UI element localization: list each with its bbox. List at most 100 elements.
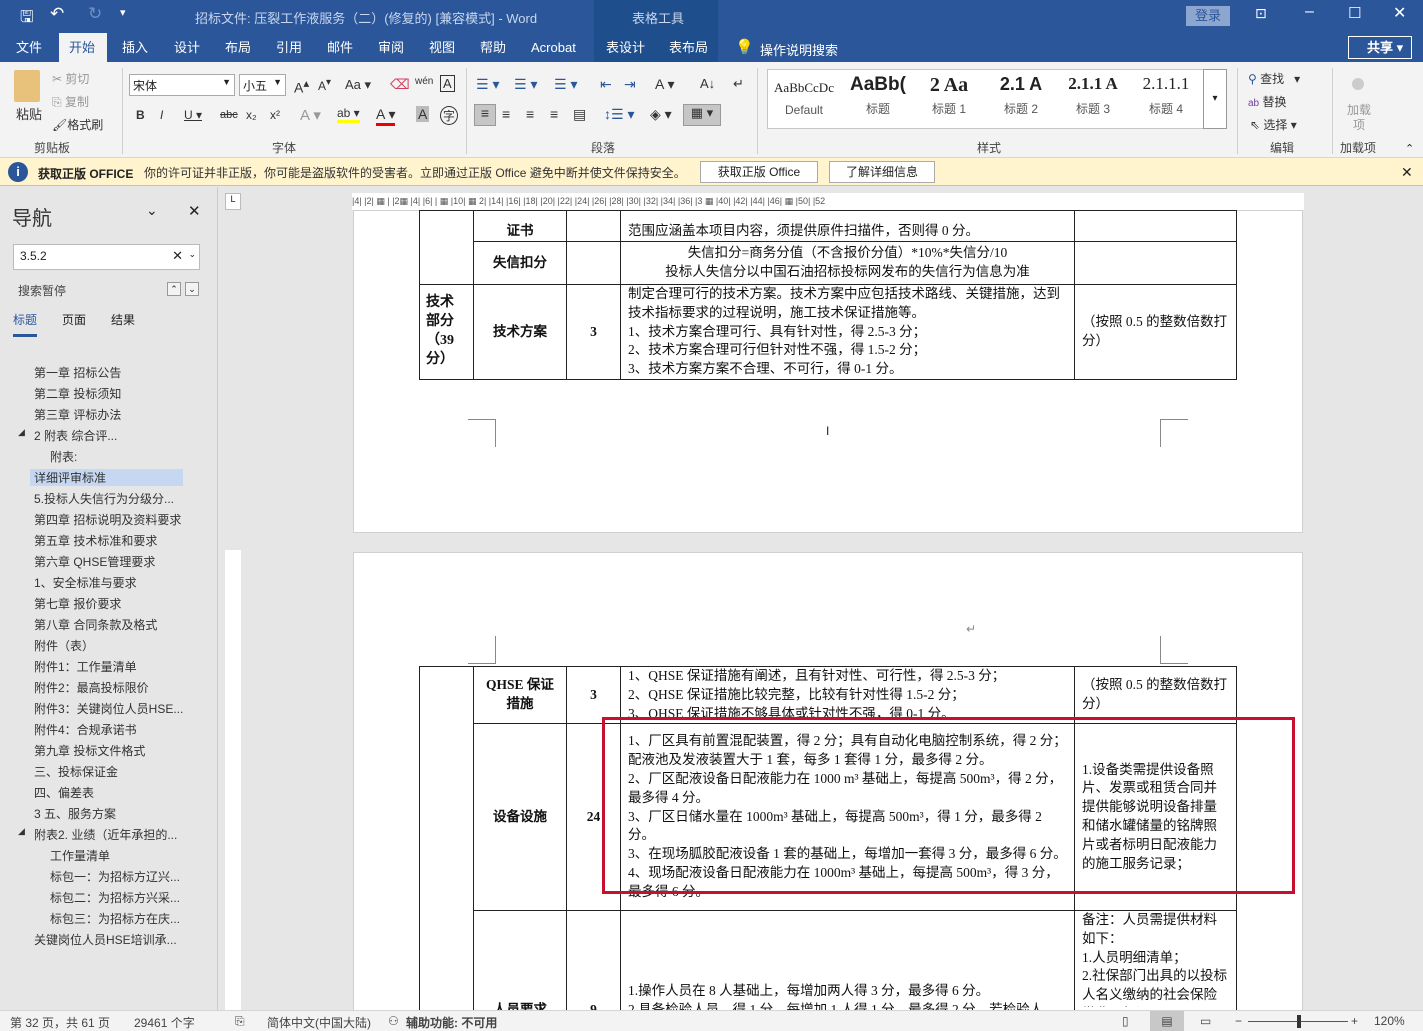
styles-more-icon[interactable]: ▾: [1203, 69, 1227, 129]
nav-tab-pages[interactable]: 页面: [62, 311, 86, 328]
nav-heading-item[interactable]: 第一章 招标公告: [34, 364, 121, 381]
style-heading-1[interactable]: 2 Aa 标题 1: [914, 74, 984, 117]
nav-options-icon[interactable]: ⌄: [146, 202, 158, 219]
minimize-icon[interactable]: –: [1305, 3, 1314, 21]
nav-heading-item[interactable]: 2 附表 综合评...: [34, 427, 117, 444]
print-layout-icon[interactable]: ▤: [1150, 1011, 1184, 1031]
vertical-ruler[interactable]: [225, 550, 241, 1010]
format-painter-button[interactable]: 🖌格式刷: [52, 116, 103, 133]
style-heading-2[interactable]: 2.1 A 标题 2: [986, 74, 1056, 117]
zoom-slider-thumb[interactable]: [1297, 1015, 1301, 1028]
font-color-icon[interactable]: A ▾: [376, 106, 396, 126]
zoom-in-icon[interactable]: +: [1351, 1014, 1358, 1028]
nav-heading-item[interactable]: 工作量清单: [50, 847, 110, 864]
style-default[interactable]: AaBbCcDc Default: [768, 74, 840, 117]
select-button[interactable]: ⇖ 选择 ▾: [1250, 116, 1297, 133]
clear-formatting-icon[interactable]: ⌫: [390, 76, 410, 93]
nav-heading-item[interactable]: 四、偏差表: [34, 784, 94, 801]
page-count[interactable]: 第 32 页，共 61 页: [10, 1014, 110, 1031]
nav-heading-item[interactable]: 第九章 投标文件格式: [34, 742, 145, 759]
strikethrough-icon[interactable]: abc: [220, 109, 238, 121]
font-size-select[interactable]: 小五 ▼: [239, 74, 286, 96]
share-button[interactable]: 共享 ▾: [1348, 36, 1412, 59]
nav-heading-item[interactable]: 第三章 评标办法: [34, 406, 121, 423]
nav-heading-item[interactable]: 附表2. 业绩（近年承担的...: [34, 826, 177, 843]
borders-icon[interactable]: ▦ ▾: [683, 104, 721, 126]
collapse-ribbon-icon[interactable]: ⌃: [1405, 142, 1414, 155]
superscript-icon[interactable]: x²: [270, 108, 280, 122]
replace-button[interactable]: ab 替换: [1248, 93, 1286, 110]
tab-help[interactable]: 帮助: [470, 33, 516, 62]
nav-heading-item[interactable]: 附件1：工作量清单: [34, 658, 137, 675]
nav-heading-item[interactable]: 标包一：为招标方辽兴...: [50, 868, 180, 885]
language-status[interactable]: 简体中文(中国大陆): [267, 1014, 371, 1031]
redo-icon[interactable]: ↻: [88, 4, 102, 24]
tab-selector[interactable]: L: [225, 193, 241, 210]
next-result-icon[interactable]: ⌄: [185, 282, 199, 296]
read-mode-icon[interactable]: ▯: [1122, 1014, 1129, 1028]
phonetic-guide-icon[interactable]: wén: [415, 76, 433, 87]
subscript-icon[interactable]: x₂: [246, 108, 257, 122]
nav-heading-item[interactable]: 1、安全标准与要求: [34, 574, 137, 591]
style-heading-4[interactable]: 2.1.1.1 标题 4: [1130, 74, 1202, 117]
paste-button[interactable]: 粘贴: [16, 104, 42, 123]
nav-heading-item[interactable]: 附件3：关键岗位人员HSE...: [34, 700, 183, 717]
nav-heading-item[interactable]: 第八章 合同条款及格式: [34, 616, 157, 633]
web-layout-icon[interactable]: ▭: [1200, 1014, 1211, 1028]
nav-close-icon[interactable]: ✕: [188, 202, 201, 220]
style-heading-3[interactable]: 2.1.1 A 标题 3: [1058, 74, 1128, 117]
word-count[interactable]: 29461 个字: [134, 1014, 195, 1031]
nav-heading-item[interactable]: 第二章 投标须知: [34, 385, 121, 402]
nav-heading-item[interactable]: 附表:: [50, 448, 77, 465]
accessibility-status[interactable]: 辅助功能: 不可用: [406, 1014, 497, 1031]
nav-heading-item[interactable]: 关键岗位人员HSE培训承...: [34, 931, 177, 948]
tell-me-search[interactable]: 操作说明搜索: [760, 40, 838, 59]
cut-button[interactable]: ✂ 剪切: [52, 70, 89, 87]
nav-heading-item[interactable]: 第七章 报价要求: [34, 595, 121, 612]
sort-icon[interactable]: A↓: [700, 76, 715, 91]
decrease-indent-icon[interactable]: ⇤: [600, 76, 612, 93]
italic-icon[interactable]: I: [160, 108, 163, 122]
nav-heading-item[interactable]: 5.投标人失信行为分级分...: [34, 490, 174, 507]
character-border-icon[interactable]: A: [440, 75, 455, 92]
expand-triangle-icon[interactable]: ◢: [18, 826, 25, 837]
horizontal-ruler[interactable]: |4| |2| ▦ | |2▦ |4| |6| | ▦ |10| ▦ 2| |1…: [352, 193, 1304, 210]
center-icon[interactable]: ≡: [502, 106, 510, 122]
addins-button[interactable]: 加载项: [1346, 103, 1372, 133]
close-infobar-icon[interactable]: ✕: [1401, 164, 1413, 181]
proofing-icon[interactable]: ⎘: [235, 1014, 245, 1029]
tab-table-layout[interactable]: 表布局: [659, 33, 718, 62]
maximize-icon[interactable]: ☐: [1348, 4, 1361, 22]
zoom-out-icon[interactable]: −: [1235, 1014, 1242, 1028]
justify-icon[interactable]: ≡: [550, 106, 558, 122]
align-right-icon[interactable]: ≡: [526, 106, 534, 122]
grow-font-icon[interactable]: A▴: [294, 76, 309, 96]
nav-heading-item[interactable]: 附件（表）: [34, 637, 94, 654]
multilevel-list-icon[interactable]: ☰ ▾: [554, 76, 577, 93]
asian-layout-icon[interactable]: A ▾: [655, 76, 674, 93]
character-shading-icon[interactable]: A: [416, 106, 430, 122]
tab-view[interactable]: 视图: [419, 33, 465, 62]
login-button[interactable]: 登录: [1186, 6, 1230, 26]
tab-layout[interactable]: 布局: [215, 33, 261, 62]
font-name-select[interactable]: 宋体 ▼: [129, 74, 235, 96]
shading-icon[interactable]: ◈ ▾: [650, 106, 672, 123]
bold-icon[interactable]: B: [136, 108, 145, 122]
nav-heading-item[interactable]: 详细评审标准: [30, 469, 183, 486]
style-title[interactable]: AaBb(标题: [842, 74, 914, 117]
tab-references[interactable]: 引用: [266, 33, 312, 62]
previous-result-icon[interactable]: ⌃: [167, 282, 181, 296]
nav-heading-item[interactable]: 3 五、服务方案: [34, 805, 116, 822]
chevron-down-icon[interactable]: ⌄: [188, 249, 196, 260]
increase-indent-icon[interactable]: ⇥: [624, 76, 636, 93]
tab-mailings[interactable]: 邮件: [317, 33, 363, 62]
change-case-icon[interactable]: Aa ▾: [345, 77, 371, 93]
learn-more-button[interactable]: 了解详细信息: [829, 161, 935, 183]
tab-file[interactable]: 文件: [6, 33, 52, 62]
nav-heading-item[interactable]: 三、投标保证金: [34, 763, 118, 780]
align-left-icon[interactable]: ≡: [474, 104, 496, 126]
nav-heading-item[interactable]: 第五章 技术标准和要求: [34, 532, 157, 549]
nav-search-input[interactable]: 3.5.2 ✕ ⌄: [13, 244, 200, 270]
nav-heading-item[interactable]: 标包二：为招标方兴采...: [50, 889, 180, 906]
text-effects-icon[interactable]: A ▾: [300, 106, 321, 124]
